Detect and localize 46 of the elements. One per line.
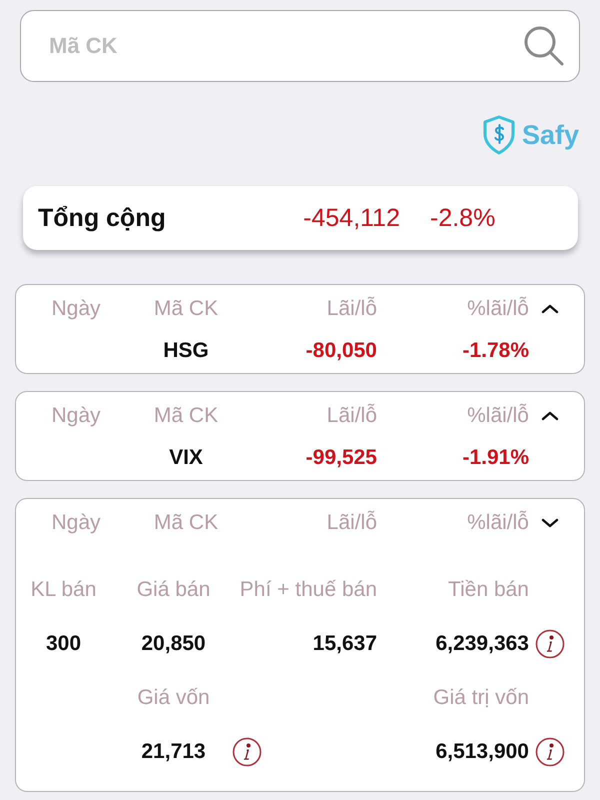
column-header: Lãi/lỗ (326, 511, 377, 535)
brand-name: Safy (522, 120, 579, 150)
chevron-up-icon[interactable] (541, 410, 559, 422)
profit-value: -80,050 (304, 339, 377, 363)
column-header: Mã CK (152, 297, 220, 321)
stock-symbol: VIX (168, 446, 204, 470)
total-percent: -2.8% (430, 204, 496, 232)
chevron-down-icon[interactable] (541, 517, 559, 529)
field-value: 300 (46, 632, 82, 656)
field-label: Giá vốn (137, 686, 210, 710)
column-header: %lãi/lỗ (466, 297, 529, 321)
field-label: Giá trị vốn (433, 686, 529, 710)
total-label: Tổng cộng (38, 204, 167, 232)
shield-dollar-icon (482, 115, 516, 155)
column-header: Mã CK (152, 404, 220, 428)
column-header: %lãi/lỗ (466, 404, 529, 428)
chevron-up-icon[interactable] (541, 303, 559, 315)
info-icon[interactable] (535, 737, 565, 767)
search-icon[interactable] (522, 24, 566, 68)
info-icon[interactable] (232, 737, 262, 767)
field-value: 21,713 (141, 740, 206, 764)
column-header: Lãi/lỗ (326, 297, 377, 321)
field-label: Tiền bán (448, 578, 529, 602)
column-header: Mã CK (152, 511, 220, 535)
total-amount: -454,112 (302, 204, 400, 232)
column-header: Lãi/lỗ (326, 404, 377, 428)
profit-percent: -1.91% (461, 446, 529, 470)
trade-card[interactable]: Ngày Mã CK Lãi/lỗ %lãi/lỗ HSG -80,050 -1.78% (15, 284, 585, 374)
column-header: Ngày (50, 297, 102, 321)
field-value: 6,513,900 (436, 740, 529, 764)
profit-value: -99,525 (304, 446, 377, 470)
trade-card[interactable]: Ngày Mã CK Lãi/lỗ %lãi/lỗ VIX -99,525 -1.91% (15, 391, 585, 481)
trade-card[interactable]: Ngày Mã CK Lãi/lỗ %lãi/lỗ KL bán 300 Giá bán 20,850 Phí + thuế bán 15,637 Tiền bán 6,239,363 Giá vốn 21,713 Giá trị vốn 6,513,900 (15, 498, 585, 792)
column-header: %lãi/lỗ (466, 511, 529, 535)
stock-symbol: HSG (162, 339, 210, 363)
profit-percent: -1.78% (461, 339, 529, 363)
field-value: 15,637 (312, 632, 377, 656)
field-value: 6,239,363 (436, 632, 529, 656)
field-label: Phí + thuế bán (240, 578, 377, 602)
column-header: Ngày (50, 511, 102, 535)
info-icon[interactable] (535, 629, 565, 659)
column-header: Ngày (50, 404, 102, 428)
field-value: 20,850 (141, 632, 206, 656)
search-field[interactable]: Mã CK (20, 10, 580, 82)
field-label: KL bán (30, 578, 96, 602)
field-label: Giá bán (136, 578, 210, 602)
